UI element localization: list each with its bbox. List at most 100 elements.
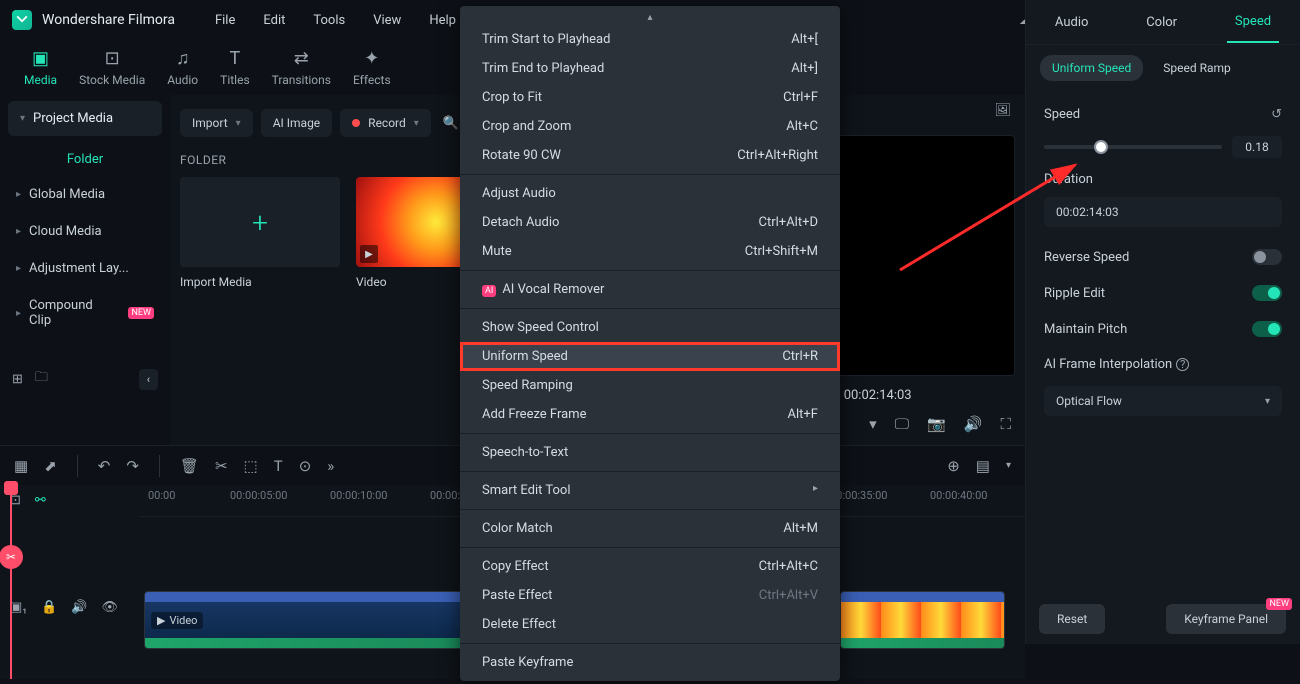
context-item-smart-edit-tool[interactable]: Smart Edit Tool▸ — [460, 476, 840, 505]
tab-transitions[interactable]: ⇄Transitions — [272, 48, 331, 95]
app-title: Wondershare Filmora — [42, 12, 175, 28]
context-item-copy-effect[interactable]: Copy EffectCtrl+Alt+C — [460, 552, 840, 581]
redo-icon[interactable]: ↷ — [126, 457, 139, 475]
tab-audio[interactable]: ♫Audio — [167, 48, 198, 95]
tab-effects[interactable]: ✦Effects — [353, 48, 391, 95]
context-item-trim-end-to-playhead[interactable]: Trim End to PlayheadAlt+] — [460, 54, 840, 83]
reverse-speed-toggle[interactable] — [1252, 249, 1282, 265]
fullscreen-icon[interactable]: ⛶ — [1000, 415, 1011, 433]
context-item-rotate-90-cw[interactable]: Rotate 90 CWCtrl+Alt+Right — [460, 141, 840, 170]
keyframe-panel-button[interactable]: Keyframe Panel NEW — [1166, 604, 1286, 634]
sidebar-label: Adjustment Lay... — [29, 261, 129, 276]
audio-icon: ♫ — [176, 48, 190, 69]
speed-slider[interactable] — [1044, 145, 1222, 149]
camera-icon[interactable]: 📷 — [927, 415, 946, 433]
context-item-add-freeze-frame[interactable]: Add Freeze FrameAlt+F — [460, 400, 840, 429]
tab-color-props[interactable]: Color — [1138, 3, 1185, 42]
tab-stock-media[interactable]: ⊡Stock Media — [79, 48, 145, 95]
ripple-edit-toggle[interactable] — [1252, 285, 1282, 301]
scroll-up-indicator[interactable]: ▴ — [460, 10, 840, 25]
timeline-options-icon[interactable]: ▾ — [1006, 460, 1011, 471]
import-dropdown[interactable]: Import▾ — [180, 109, 253, 137]
clip-type-icon: ▶ — [360, 245, 378, 263]
context-shortcut: Ctrl+F — [783, 90, 818, 105]
sidebar-cloud-media[interactable]: ▸Cloud Media — [8, 214, 162, 249]
context-item-adjust-audio[interactable]: Adjust Audio — [460, 179, 840, 208]
menu-tools[interactable]: Tools — [313, 13, 345, 28]
duration-input[interactable]: 00:02:14:03 — [1044, 197, 1282, 227]
timeline-clip[interactable] — [840, 591, 1005, 649]
tab-audio-props[interactable]: Audio — [1047, 3, 1096, 42]
sidebar-global-media[interactable]: ▸Global Media — [8, 177, 162, 212]
interp-dropdown[interactable]: Optical Flow ▾ — [1044, 386, 1282, 416]
speed-icon[interactable]: ⊙ — [299, 457, 312, 475]
tab-speed-props[interactable]: Speed — [1227, 2, 1279, 43]
volume-icon[interactable]: 🔊 — [964, 415, 983, 433]
playhead[interactable]: ✂ — [10, 485, 12, 679]
context-item-detach-audio[interactable]: Detach AudioCtrl+Alt+D — [460, 208, 840, 237]
maintain-pitch-toggle[interactable] — [1252, 321, 1282, 337]
text-icon[interactable]: T — [274, 457, 283, 475]
menu-view[interactable]: View — [373, 13, 401, 28]
new-folder-icon[interactable]: ⊞ — [12, 372, 23, 387]
context-item-speed-ramping[interactable]: Speed Ramping — [460, 371, 840, 400]
ai-image-button[interactable]: AI Image — [261, 109, 332, 137]
context-item-label: Trim Start to Playhead — [482, 32, 610, 47]
cursor-icon[interactable]: ⬈ — [44, 457, 57, 475]
context-item-trim-start-to-playhead[interactable]: Trim Start to PlayheadAlt+[ — [460, 25, 840, 54]
chevron-down-icon: ▾ — [20, 113, 25, 124]
link-icon[interactable]: ⚯ — [35, 493, 46, 508]
tab-titles[interactable]: TTitles — [220, 48, 249, 95]
project-media-dropdown[interactable]: ▾ Project Media — [8, 101, 162, 136]
display-icon[interactable]: 🖵 — [895, 415, 909, 433]
split-at-playhead[interactable]: ✂ — [0, 545, 23, 569]
context-item-mute[interactable]: MuteCtrl+Shift+M — [460, 237, 840, 266]
mute-icon[interactable]: 🔊 — [71, 600, 87, 615]
context-item-uniform-speed[interactable]: Uniform SpeedCtrl+R — [460, 342, 840, 371]
tab-media[interactable]: ▣Media — [24, 48, 57, 95]
folder-tab[interactable]: Folder — [8, 142, 162, 177]
ruler-mark: 00:00:05:00 — [230, 489, 287, 502]
sidebar-adjustment-layer[interactable]: ▸Adjustment Lay... — [8, 251, 162, 286]
context-item-crop-to-fit[interactable]: Crop to FitCtrl+F — [460, 83, 840, 112]
track-settings-icon[interactable]: ▣₁ — [10, 600, 27, 615]
grid-layout-icon[interactable]: ▦ — [14, 457, 28, 475]
undo-icon[interactable]: ↶ — [98, 457, 111, 475]
reset-button[interactable]: Reset — [1039, 604, 1105, 634]
bin-icon[interactable]: 🗀 — [35, 368, 48, 390]
ruler-mark: 00:00:10:00 — [330, 489, 387, 502]
reset-icon[interactable]: ↺ — [1271, 107, 1282, 122]
context-item-ai-vocal-remover[interactable]: AIAI Vocal Remover — [460, 275, 840, 304]
context-item-speech-to-text[interactable]: Speech-to-Text — [460, 438, 840, 467]
record-dropdown[interactable]: Record▾ — [340, 109, 431, 137]
crop-icon[interactable]: ⬚ — [244, 457, 258, 475]
slider-thumb[interactable] — [1094, 140, 1108, 154]
split-icon[interactable]: ✂ — [215, 457, 228, 475]
timeline-clip[interactable]: ▶ Video — [144, 591, 464, 649]
playhead-handle[interactable] — [4, 481, 18, 495]
import-media-tile[interactable]: + Import Media — [180, 177, 340, 289]
context-item-color-match[interactable]: Color MatchAlt+M — [460, 514, 840, 543]
sidebar-compound-clip[interactable]: ▸Compound ClipNEW — [8, 288, 162, 338]
quality-dropdown[interactable]: ▾ — [869, 415, 877, 433]
menu-edit[interactable]: Edit — [263, 13, 285, 28]
timeline-view-icon[interactable]: ▤ — [976, 457, 990, 475]
more-icon[interactable]: » — [327, 457, 334, 475]
context-item-delete-effect[interactable]: Delete Effect — [460, 610, 840, 639]
record-icon — [352, 119, 360, 127]
context-item-label: Delete Effect — [482, 617, 556, 632]
subtab-speed-ramp[interactable]: Speed Ramp — [1151, 55, 1243, 81]
visibility-icon[interactable]: 👁 — [101, 600, 118, 615]
delete-icon[interactable]: 🗑 — [180, 457, 199, 475]
lock-icon[interactable]: 🔒 — [41, 600, 57, 615]
menu-help[interactable]: Help — [429, 13, 456, 28]
subtab-uniform-speed[interactable]: Uniform Speed — [1040, 55, 1143, 81]
menu-file[interactable]: File — [215, 13, 235, 28]
snapshot-icon[interactable]: 🖼 — [994, 103, 1011, 127]
collapse-button[interactable]: ‹ — [139, 369, 158, 390]
search-icon[interactable]: 🔍 — [443, 116, 459, 131]
add-marker-icon[interactable]: ⊕ — [947, 457, 960, 475]
speed-value-input[interactable]: 0.18 — [1232, 136, 1282, 158]
context-item-crop-and-zoom[interactable]: Crop and ZoomAlt+C — [460, 112, 840, 141]
info-icon[interactable]: ? — [1176, 358, 1189, 371]
